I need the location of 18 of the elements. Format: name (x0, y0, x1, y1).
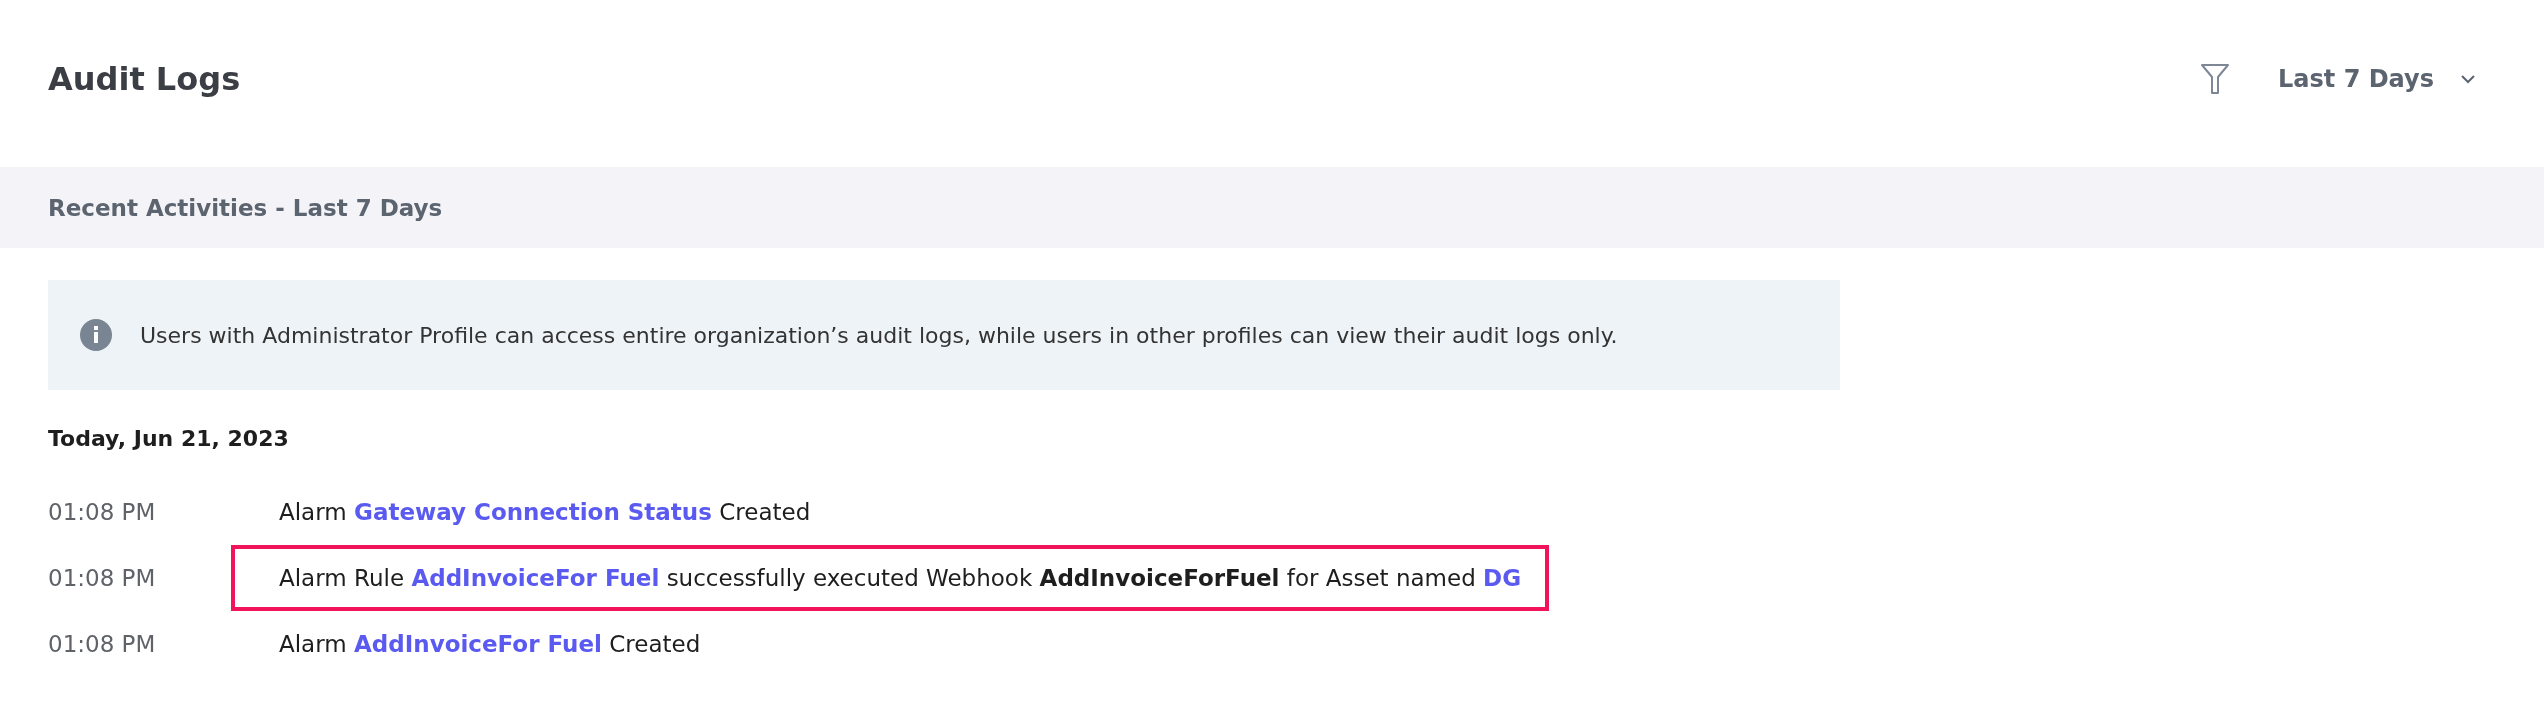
log-message: Alarm AddInvoiceFor Fuel Created (278, 630, 702, 659)
filter-icon[interactable] (2200, 62, 2231, 95)
highlighted-log-message: Alarm Rule AddInvoiceFor Fuel successfully executed Webhook AddInvoiceForFuel for Asset named DG (231, 545, 1550, 611)
date-heading: Today, Jun 21, 2023 (48, 426, 290, 451)
chevron-down-icon (2460, 73, 2476, 84)
log-message: Alarm Gateway Connection Status Created (278, 498, 812, 527)
info-icon (80, 319, 112, 351)
log-time: 01:08 PM (48, 499, 157, 525)
log-link[interactable]: DG (1483, 565, 1522, 591)
log-time: 01:08 PM (48, 631, 157, 657)
log-link[interactable]: AddInvoiceFor Fuel (354, 631, 602, 657)
date-range-dropdown[interactable]: Last 7 Days (2278, 64, 2476, 93)
section-title: Recent Activities - Last 7 Days (48, 194, 443, 221)
log-link[interactable]: AddInvoiceFor Fuel (411, 565, 660, 591)
log-link[interactable]: Gateway Connection Status (354, 499, 712, 525)
info-message: Users with Administrator Profile can access entire organization’s audit logs, while users in other profiles can view their audit logs only. (140, 322, 1618, 348)
log-time: 01:08 PM (48, 565, 157, 591)
page-title: Audit Logs (48, 59, 241, 98)
